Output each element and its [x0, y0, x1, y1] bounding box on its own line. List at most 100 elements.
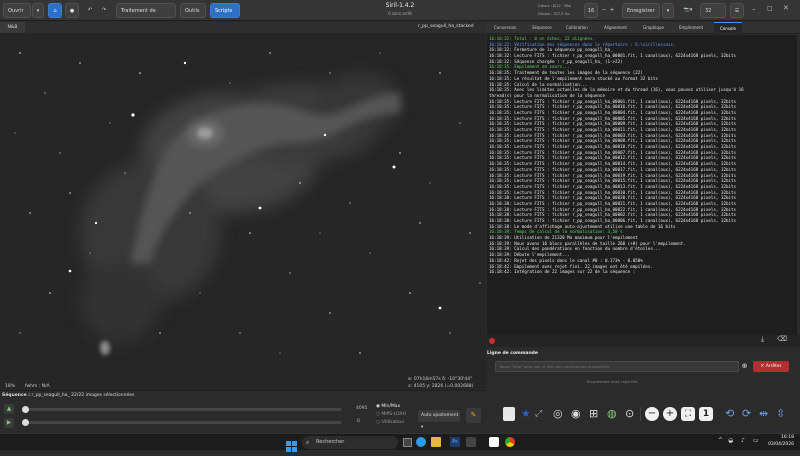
- target-icon[interactable]: ◉: [571, 407, 585, 421]
- min-slider-handle[interactable]: [22, 419, 29, 426]
- record-icon[interactable]: ●: [65, 3, 79, 18]
- sequence-info: Séquence : r_pp_seagull_ha_ 22/22 images…: [2, 393, 135, 398]
- play-icon[interactable]: ▶: [4, 418, 14, 428]
- threads-spinner[interactable]: 16: [584, 3, 598, 18]
- stretch-selector[interactable]: Auto ajustement ▾: [418, 410, 460, 430]
- nebula-image: [0, 33, 486, 367]
- status-message: Empilement avec rejet fini.: [587, 379, 639, 384]
- clear-log-icon[interactable]: ⌫: [777, 335, 787, 343]
- volume-icon[interactable]: ♪: [741, 437, 745, 444]
- zoom-out-icon[interactable]: −: [645, 407, 659, 421]
- taskbar-search[interactable]: ⌕ Rechercher: [302, 436, 398, 449]
- open-button[interactable]: Ouvrir: [3, 3, 31, 18]
- pixel-info: x: 4105 y: 2826 (=0.002688): [408, 384, 474, 389]
- flip-horizontal-icon[interactable]: ⇹: [759, 407, 773, 421]
- memory-label: Disque : 327,5 Go: [538, 12, 570, 16]
- stop-button[interactable]: ✕ Arrêter: [753, 361, 789, 372]
- save-button[interactable]: Enregistrer: [622, 3, 660, 18]
- image-processing-menu[interactable]: Traitement de l'image ▾: [116, 3, 176, 29]
- chrome-icon[interactable]: [505, 437, 515, 447]
- close-icon[interactable]: ✕: [783, 4, 789, 12]
- file-explorer-icon[interactable]: [431, 437, 441, 447]
- histogram-icon[interactable]: ▲: [4, 404, 14, 414]
- fwhm-readout: fwhm : N/A: [25, 384, 50, 389]
- threads-plus-icon[interactable]: +: [608, 3, 616, 18]
- windows-start-icon[interactable]: [286, 437, 297, 452]
- console-log[interactable]: 16:18:32: Total : 0 en échec, 22 alignée…: [487, 35, 797, 335]
- tab-conversion[interactable]: Conversion: [494, 22, 524, 34]
- siril-taskbar-icon[interactable]: [489, 437, 499, 447]
- zoom-in-icon[interactable]: +: [663, 407, 677, 421]
- app-icon[interactable]: [466, 437, 476, 447]
- menu-icon[interactable]: ☰: [730, 3, 744, 18]
- star-icon[interactable]: ★: [521, 407, 535, 421]
- rotate-right-icon[interactable]: ⟳: [742, 407, 756, 421]
- fits-icon[interactable]: [503, 407, 515, 421]
- download-log-icon[interactable]: ⤓: [761, 335, 764, 344]
- header-bar: Ouvrir ▾ ⌂ ● ↶ ↷ Traitement de l'image ▾…: [0, 0, 800, 29]
- log-level-red-icon[interactable]: [489, 338, 495, 344]
- tab-console[interactable]: Console: [714, 22, 742, 34]
- mode-mipslohi-radio[interactable]: ○ MIPS-LO/HI: [376, 412, 406, 417]
- image-viewer[interactable]: [0, 33, 486, 367]
- maximize-icon[interactable]: □: [767, 5, 773, 12]
- taskbar-time[interactable]: 16:18: [766, 435, 794, 440]
- photometry-icon[interactable]: ◍: [607, 407, 621, 421]
- image-tab-bar: N&B r_pp_seagull_ha_stacked: [0, 22, 486, 33]
- tab-stacking[interactable]: Empilement: [679, 22, 713, 34]
- open-dropdown-icon[interactable]: ▾: [32, 3, 44, 18]
- tools-menu[interactable]: Outils ▾: [180, 3, 206, 29]
- grid-icon[interactable]: ⊞: [589, 407, 603, 421]
- search-icon: ⌕: [306, 439, 310, 446]
- battery-icon[interactable]: ▭: [753, 437, 759, 444]
- min-value[interactable]: 0: [357, 419, 360, 424]
- tray-chevron-icon[interactable]: ^: [718, 437, 723, 444]
- console-toolbar: ⤓ ⌫: [487, 335, 800, 347]
- taskbar-date[interactable]: 03/04/2026: [766, 442, 794, 447]
- mode-minmax-radio[interactable]: ◉ Min/Max: [376, 404, 400, 409]
- network-icon[interactable]: ◒: [728, 437, 733, 444]
- undo-icon[interactable]: ↶: [84, 3, 96, 18]
- annotation-icon[interactable]: ⊙: [625, 407, 639, 421]
- display-controls: Séquence : r_pp_seagull_ha_ 22/22 images…: [0, 390, 486, 433]
- bit-depth-selector[interactable]: 32 bits ▾: [700, 3, 726, 29]
- app-subtitle: 0 sans arrêt: [388, 11, 412, 16]
- save-dropdown-icon[interactable]: ▾: [662, 3, 674, 18]
- app-title: Siril-1.4.2: [385, 2, 415, 9]
- help-icon[interactable]: ⊕: [739, 361, 750, 372]
- zoom-one-icon[interactable]: 1: [699, 407, 713, 421]
- channel-tab-bw[interactable]: N&B: [0, 22, 25, 33]
- tab-calibration[interactable]: Calibration: [566, 22, 596, 34]
- threads-minus-icon[interactable]: −: [600, 3, 608, 18]
- flip-vertical-icon[interactable]: ⇳: [776, 407, 790, 421]
- min-slider[interactable]: [22, 419, 342, 426]
- transform-icon[interactable]: ⤢: [535, 409, 549, 423]
- crosshair-icon[interactable]: ◎: [553, 407, 567, 421]
- tool-icons-bar: ★ ⤢ ◎ ◉ ⊞ ◍ ⊙ − + ⛶ 1 ⟲ ⟳ ⇹ ⇳: [487, 403, 800, 431]
- tab-sequence[interactable]: Séquence: [532, 22, 558, 34]
- snapshot-icon[interactable]: 📷▾: [678, 3, 698, 18]
- rotate-left-icon[interactable]: ⟲: [725, 407, 739, 421]
- celestial-coords: α: 07h16m57s δ: -10°30'44": [408, 377, 473, 382]
- max-slider-handle[interactable]: [22, 406, 29, 413]
- console-line: 16:18:42: Intégration de 22 images sur 2…: [489, 269, 636, 275]
- tab-graph[interactable]: Graphique: [643, 22, 673, 34]
- panel-tabs: Conversion Séquence Calibration Aligneme…: [486, 22, 800, 34]
- zoom-level: 18%: [5, 384, 16, 389]
- fit-to-window-icon[interactable]: ⛶: [681, 407, 695, 421]
- max-value[interactable]: 4095: [356, 406, 367, 411]
- photoshop-icon[interactable]: Ps: [450, 437, 460, 447]
- mode-user-radio[interactable]: ○ Utilisateur: [376, 420, 405, 425]
- scripts-menu[interactable]: Scripts ▾: [210, 3, 240, 29]
- max-slider[interactable]: [22, 406, 342, 413]
- tab-alignment[interactable]: Alignement: [604, 22, 636, 34]
- task-view-icon[interactable]: [403, 438, 412, 447]
- image-name: r_pp_seagull_ha_stacked: [418, 24, 474, 29]
- minimize-icon[interactable]: –: [752, 5, 756, 13]
- pencil-icon[interactable]: ✎: [466, 408, 481, 423]
- redo-icon[interactable]: ↷: [98, 3, 110, 18]
- command-input[interactable]: [495, 361, 739, 372]
- command-panel: Ligne de commande ⊕ ✕ Arrêter Empilement…: [487, 347, 800, 390]
- home-icon[interactable]: ⌂: [48, 3, 62, 18]
- edge-icon[interactable]: [416, 437, 426, 447]
